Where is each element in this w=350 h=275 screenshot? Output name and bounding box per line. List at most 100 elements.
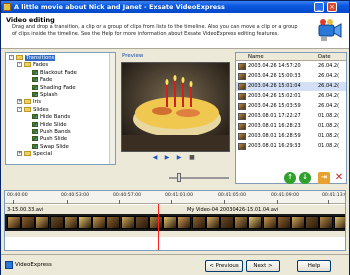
tree-item[interactable]: - Transitions: [9, 55, 56, 62]
time-tick: [13, 200, 14, 204]
film-frame: [234, 216, 249, 229]
time-tick: [119, 200, 120, 204]
time-tick-label: 00:41:13:00: [322, 193, 345, 198]
expand-icon[interactable]: +: [17, 99, 22, 105]
help-button[interactable]: Help: [297, 260, 331, 272]
transition-icon: [32, 77, 38, 83]
film-frame: [63, 216, 78, 229]
clips-table[interactable]: Name Date 2003.04.26 14:57:20 26.04.2(200…: [235, 52, 347, 184]
table-row[interactable]: 2003.08.01 16:28:59 01.08.2(: [236, 132, 346, 141]
clip-thumbnail: [238, 103, 246, 110]
folder-icon: [16, 55, 23, 60]
close-button[interactable]: ×: [327, 2, 337, 12]
table-row[interactable]: 2003.04.26 15:03:59 26.04.2(: [236, 102, 346, 111]
collapse-icon[interactable]: -: [9, 55, 14, 60]
preview-frame-image: [122, 63, 229, 151]
clip-thumbnail: [238, 83, 246, 90]
column-header-name[interactable]: Name: [248, 54, 264, 60]
time-tick: [328, 200, 329, 204]
tree-item[interactable]: Hide Bands: [25, 114, 70, 121]
clip-date: 01.08.2(: [318, 133, 340, 139]
move-down-icon[interactable]: ↓: [299, 172, 311, 184]
play-back-icon[interactable]: ◀: [152, 155, 158, 161]
stop-icon[interactable]: ■: [189, 155, 195, 161]
filmstrip[interactable]: [5, 214, 345, 231]
tree-item-label: Splash: [40, 92, 58, 98]
film-frame: [7, 216, 21, 229]
video-preview: [121, 62, 230, 152]
tree-scrollbar[interactable]: [109, 53, 115, 164]
table-row[interactable]: 2003.04.26 14:57:20 26.04.2(: [236, 62, 346, 71]
delete-icon[interactable]: ✕: [333, 172, 345, 184]
column-header-date[interactable]: Date: [318, 54, 331, 60]
clip-name: 2003.04.26 14:57:20: [248, 63, 301, 69]
tree-item-label: Hide Bands: [40, 114, 71, 121]
table-row[interactable]: 2003.08.01 17:22:27 01.08.2(: [236, 112, 346, 121]
table-row[interactable]: 2003.04.26 15:01:04 26.04.2(: [236, 82, 346, 91]
video-camera-logo-icon: [318, 19, 342, 41]
table-row[interactable]: 2003.08.01 16:28:23 01.08.2(: [236, 122, 346, 131]
videoexpress-logo-icon: [5, 261, 13, 269]
clip-label-2: My Video-04 20030426-15.01.04.avi: [187, 207, 279, 213]
tree-item[interactable]: Hide Slide: [25, 121, 67, 129]
playhead[interactable]: [158, 204, 159, 250]
preview-label: Preview: [122, 53, 144, 59]
clip-name: 2003.08.01 16:29:33: [248, 143, 301, 149]
film-frame: [291, 216, 305, 229]
tree-item[interactable]: - Slides: [17, 106, 49, 114]
clip-thumbnail: [238, 113, 246, 120]
film-frame: [205, 216, 220, 229]
film-frame: [333, 216, 345, 229]
expand-icon[interactable]: +: [17, 151, 22, 157]
table-row[interactable]: 2003.08.01 16:29:33 01.08.2(: [236, 142, 346, 151]
film-frame: [276, 216, 291, 229]
tree-item-label: Fade: [40, 77, 53, 84]
time-tick-label: 00:40:00: [7, 193, 28, 198]
collapse-icon[interactable]: -: [17, 62, 22, 68]
tree-item[interactable]: + Special: [17, 151, 52, 158]
transitions-tree[interactable]: - Transitions - Fades Blackout Fade Fade Shadi…: [5, 52, 116, 165]
page-header: Video editing Drag and drop a transition…: [1, 13, 349, 49]
play-icon[interactable]: ▶: [164, 155, 170, 161]
previous-button[interactable]: < Previous: [205, 260, 243, 272]
time-tick-label: 00:40:53:00: [61, 193, 90, 198]
clip-date: 26.04.2(: [318, 63, 340, 69]
tree-item[interactable]: Push Bands: [25, 129, 71, 136]
tree-item[interactable]: Swap Slide: [25, 143, 69, 151]
transition-icon: [32, 143, 38, 149]
forward-icon[interactable]: ▶: [176, 155, 182, 161]
preview-slider-thumb[interactable]: [177, 173, 181, 182]
transition-icon: [32, 136, 38, 142]
tree-item-label: Hide Slide: [40, 121, 67, 128]
table-row[interactable]: 2003.04.26 15:02:01 26.04.2(: [236, 92, 346, 101]
clip-label-1: 3-15.00.33.avi: [7, 207, 44, 213]
timeline-ruler: 00:40:00 00:40:53:00 00:40:57:00 00:41:01:0…: [5, 191, 345, 204]
tree-item[interactable]: Fade: [25, 77, 52, 84]
table-row[interactable]: 2003.04.26 15:00:33 26.04.2(: [236, 72, 346, 81]
tree-item[interactable]: Blackout Fade: [25, 69, 77, 77]
move-up-icon[interactable]: ↑: [284, 172, 296, 184]
tree-item[interactable]: Push Slide: [25, 136, 67, 143]
tree-item[interactable]: - Fades: [17, 62, 48, 69]
add-clip-icon[interactable]: ⇥: [318, 172, 330, 184]
collapse-icon[interactable]: -: [17, 106, 22, 112]
tree-item-label: Shading Fade: [40, 84, 76, 91]
tree-item[interactable]: + Iris: [17, 99, 41, 106]
timeline[interactable]: 00:40:00 00:40:53:00 00:40:57:00 00:41:01:0…: [4, 190, 346, 251]
tree-item-label: Push Bands: [40, 129, 71, 135]
film-frame: [120, 216, 135, 229]
title-bar[interactable]: A little movie about Nick and Janet - Ex…: [1, 1, 349, 13]
tree-item-label: Iris: [33, 99, 41, 106]
minimize-button[interactable]: _: [314, 2, 324, 12]
tree-item[interactable]: Shading Fade: [25, 84, 76, 92]
clip-date: 01.08.2(: [318, 143, 340, 149]
tree-item[interactable]: Splash: [25, 92, 58, 99]
next-button[interactable]: Next >: [246, 260, 280, 272]
footer: VideoExpress < Previous Next > Help: [1, 254, 349, 275]
clip-thumbnail: [238, 133, 246, 140]
table-header: Name Date: [236, 53, 346, 61]
clip-date: 26.04.2(: [318, 103, 340, 109]
clip-name: 2003.04.26 15:01:04: [248, 83, 301, 89]
clip-name: 2003.04.26 15:00:33: [248, 73, 301, 79]
film-frame: [163, 216, 178, 229]
